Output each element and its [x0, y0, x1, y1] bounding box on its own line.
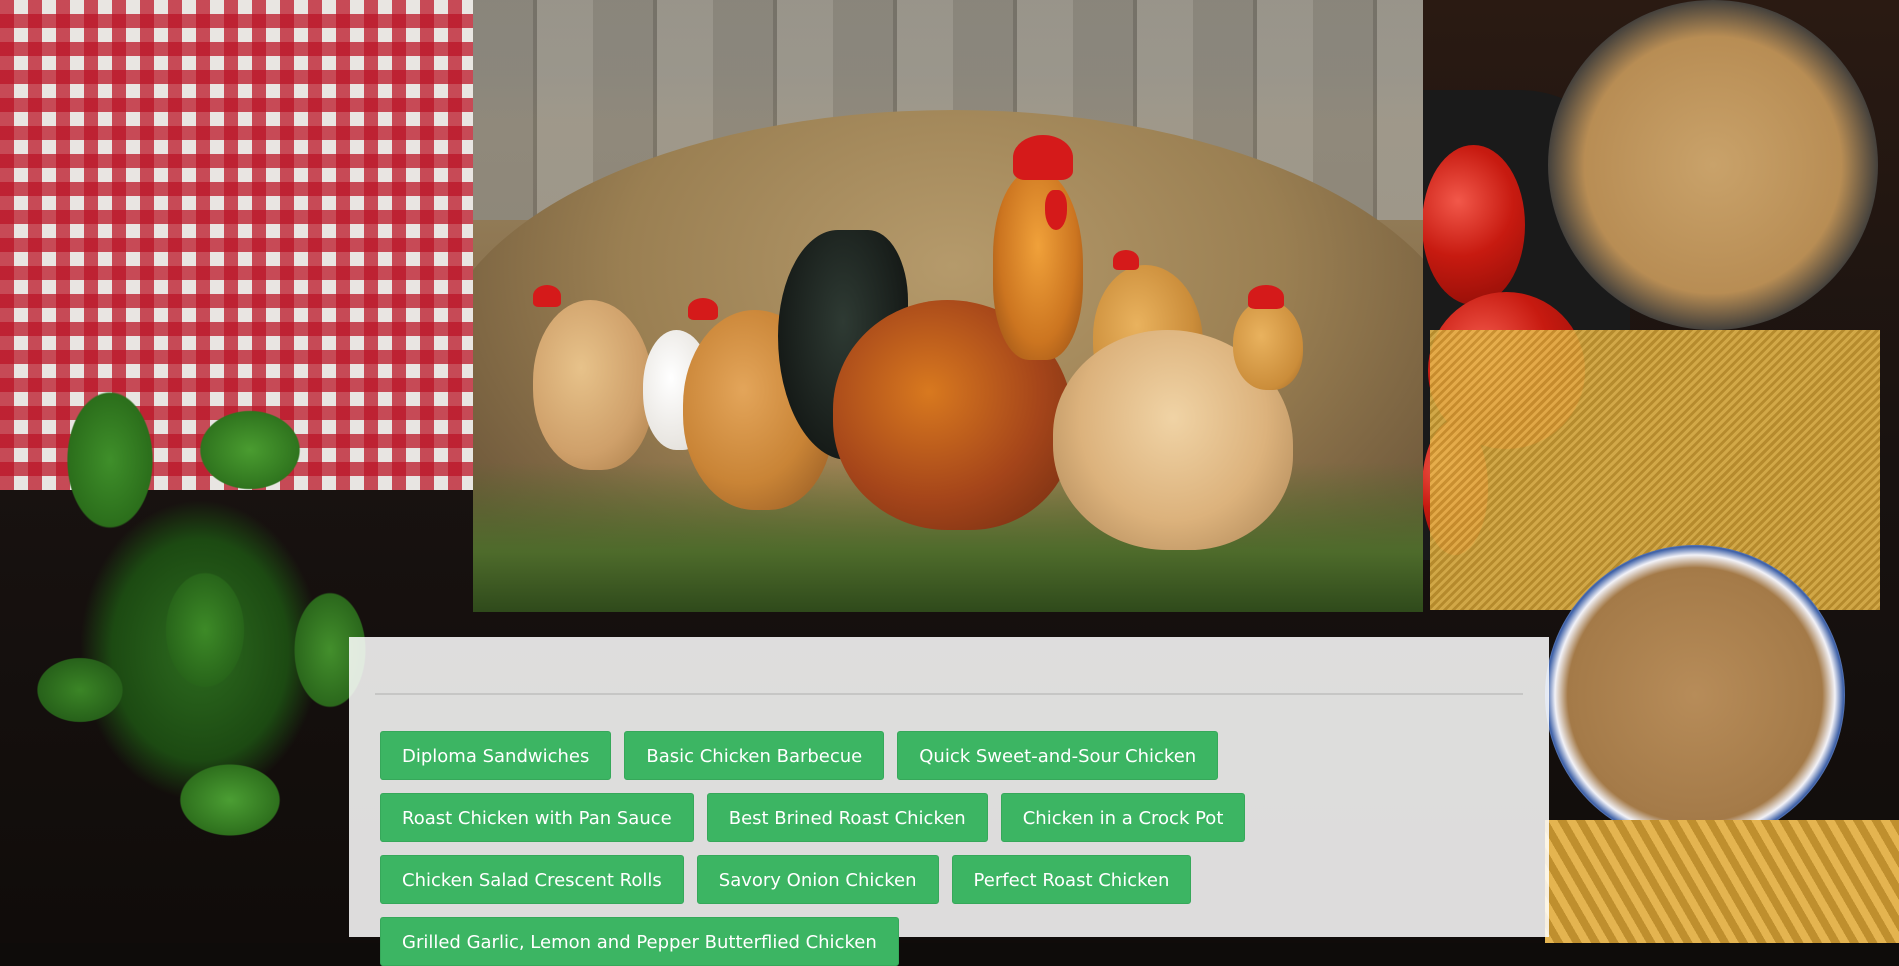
- recipe-button-chicken-in-a-crock-pot[interactable]: Chicken in a Crock Pot: [1000, 793, 1246, 842]
- panel-divider: [375, 693, 1523, 695]
- hen-comb: [533, 285, 561, 307]
- hen-comb: [688, 298, 718, 320]
- recipe-button-roast-chicken-with-pan-sauce[interactable]: Roast Chicken with Pan Sauce: [380, 793, 694, 842]
- hen-right-head: [1233, 300, 1303, 390]
- recipe-button-grilled-garlic-lemon-pepper-chicken[interactable]: Grilled Garlic, Lemon and Pepper Butterf…: [380, 917, 899, 966]
- tomato-decoration: [1422, 145, 1525, 305]
- recipe-button-savory-onion-chicken[interactable]: Savory Onion Chicken: [696, 855, 939, 904]
- hen-comb: [1248, 285, 1284, 309]
- seed-bowl-decoration: [1545, 545, 1845, 845]
- recipe-button-best-brined-roast-chicken[interactable]: Best Brined Roast Chicken: [706, 793, 988, 842]
- hero-chickens-image: [473, 0, 1423, 612]
- recipe-button-quick-sweet-and-sour-chicken[interactable]: Quick Sweet-and-Sour Chicken: [897, 731, 1219, 780]
- fusilli-decoration: [1545, 820, 1899, 943]
- recipe-button-list: Diploma Sandwiches Basic Chicken Barbecu…: [380, 731, 1530, 966]
- recipe-button-diploma-sandwiches[interactable]: Diploma Sandwiches: [380, 731, 612, 780]
- rooster-wattle: [1045, 190, 1067, 230]
- hen-comb: [1113, 250, 1139, 270]
- recipe-button-basic-chicken-barbecue[interactable]: Basic Chicken Barbecue: [624, 731, 885, 780]
- recipe-button-perfect-roast-chicken[interactable]: Perfect Roast Chicken: [951, 855, 1192, 904]
- oats-bowl-decoration: [1548, 0, 1878, 330]
- recipe-button-chicken-salad-crescent-rolls[interactable]: Chicken Salad Crescent Rolls: [380, 855, 684, 904]
- recipe-panel: Diploma Sandwiches Basic Chicken Barbecu…: [349, 637, 1549, 966]
- rooster-neck: [993, 170, 1083, 360]
- rooster-comb: [1013, 135, 1073, 180]
